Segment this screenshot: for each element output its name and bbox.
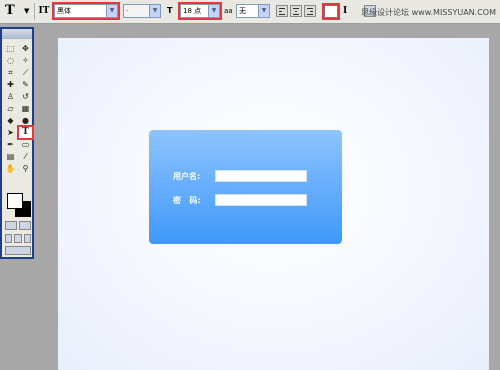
font-family-value: 黑体 [57,7,71,15]
hand-tool-icon[interactable]: ✋ [4,163,17,174]
healing-brush-tool-icon[interactable]: ✚ [4,79,17,90]
gradient-tool-icon[interactable]: ▦ [19,103,32,114]
standard-screen-mode-icon[interactable] [5,234,13,243]
align-left-icon[interactable] [276,5,288,17]
dodge-tool-icon[interactable]: ● [19,115,32,126]
clone-stamp-tool-icon[interactable]: ♙ [4,91,17,102]
jump-to-button-row [5,246,31,255]
chevron-down-icon: ▼ [106,5,117,17]
text-color-swatch[interactable] [322,3,340,20]
eraser-tool-icon[interactable]: ▱ [4,103,17,114]
warp-text-icon[interactable]: I [343,4,355,18]
anti-alias-select[interactable]: 无 ▼ [236,4,270,18]
username-label: 用户名: [173,172,201,181]
history-brush-tool-icon[interactable]: ↺ [19,91,32,102]
shape-tool-icon[interactable]: ▭ [19,139,32,150]
jump-to-imageready-icon[interactable] [5,246,31,255]
password-field[interactable] [215,194,307,206]
align-right-icon[interactable] [304,5,316,17]
text-tool-icon[interactable]: T [17,125,34,140]
lasso-tool-icon[interactable]: ◌ [4,55,17,66]
options-bar: T ▼ IT 黑体 ▼ - ▼ T 18 点 ▼ aa 无 ▼ I 思缘设计论坛… [0,0,500,24]
screen-mode-buttons [5,234,31,243]
magic-wand-tool-icon[interactable]: ✧ [19,55,32,66]
watermark: 思缘设计论坛 www.MISSYUAN.COM [361,8,496,17]
login-panel: 用户名: 密 码: [149,130,342,244]
align-center-icon[interactable] [290,5,302,17]
font-style-select[interactable]: - ▼ [123,4,161,18]
blur-tool-icon[interactable]: ◆ [4,115,17,126]
anti-alias-value: 无 [239,7,246,15]
text-orientation-icon[interactable]: IT [38,4,50,18]
font-size-select[interactable]: 18 点 ▼ [178,2,222,20]
preset-dropdown-arrow-icon[interactable]: ▼ [24,4,32,18]
slice-tool-icon[interactable]: ⟋ [19,67,32,78]
password-label: 密 码: [173,196,201,205]
font-family-select[interactable]: 黑体 ▼ [52,2,120,20]
separator [34,3,35,20]
eyedropper-tool-icon[interactable]: ⁄ [19,151,32,162]
toolbox-header[interactable] [2,29,32,39]
color-swatches [5,193,31,217]
standard-mode-icon[interactable] [5,221,17,230]
move-tool-icon[interactable]: ✥ [19,43,32,54]
notes-tool-icon[interactable]: ▤ [4,151,17,162]
quick-mask-mode-icon[interactable] [19,221,31,230]
chevron-down-icon: ▼ [258,5,269,17]
document-canvas[interactable]: 用户名: 密 码: [58,38,489,370]
font-style-value: - [126,7,129,15]
path-selection-tool-icon[interactable]: ➤ [4,127,17,138]
marquee-tool-icon[interactable]: ⬚ [4,43,17,54]
full-screen-mode-icon[interactable] [23,234,31,243]
type-tool-preset-icon[interactable]: T [5,4,23,18]
foreground-color-swatch[interactable] [7,193,23,209]
username-field[interactable] [215,170,307,182]
zoom-tool-icon[interactable]: ⚲ [19,163,32,174]
pen-tool-icon[interactable]: ✒ [4,139,17,150]
quick-mask-buttons [5,221,31,230]
font-size-value: 18 点 [183,7,202,15]
full-screen-menu-mode-icon[interactable] [14,234,22,243]
brush-tool-icon[interactable]: ✎ [19,79,32,90]
toolbox: ⬚ ✥ ◌ ✧ ⌗ ⟋ ✚ ✎ ♙ ↺ ▱ ▦ ◆ ● ➤ T ✒ ▭ ▤ ⁄ … [0,27,34,259]
anti-alias-icon: aa [224,7,233,15]
tool-grid: ⬚ ✥ ◌ ✧ ⌗ ⟋ ✚ ✎ ♙ ↺ ▱ ▦ ◆ ● ➤ T ✒ ▭ ▤ ⁄ … [4,43,34,174]
chevron-down-icon: ▼ [208,5,219,17]
crop-tool-icon[interactable]: ⌗ [4,67,17,78]
chevron-down-icon: ▼ [149,5,160,17]
font-size-icon: T [167,6,173,15]
